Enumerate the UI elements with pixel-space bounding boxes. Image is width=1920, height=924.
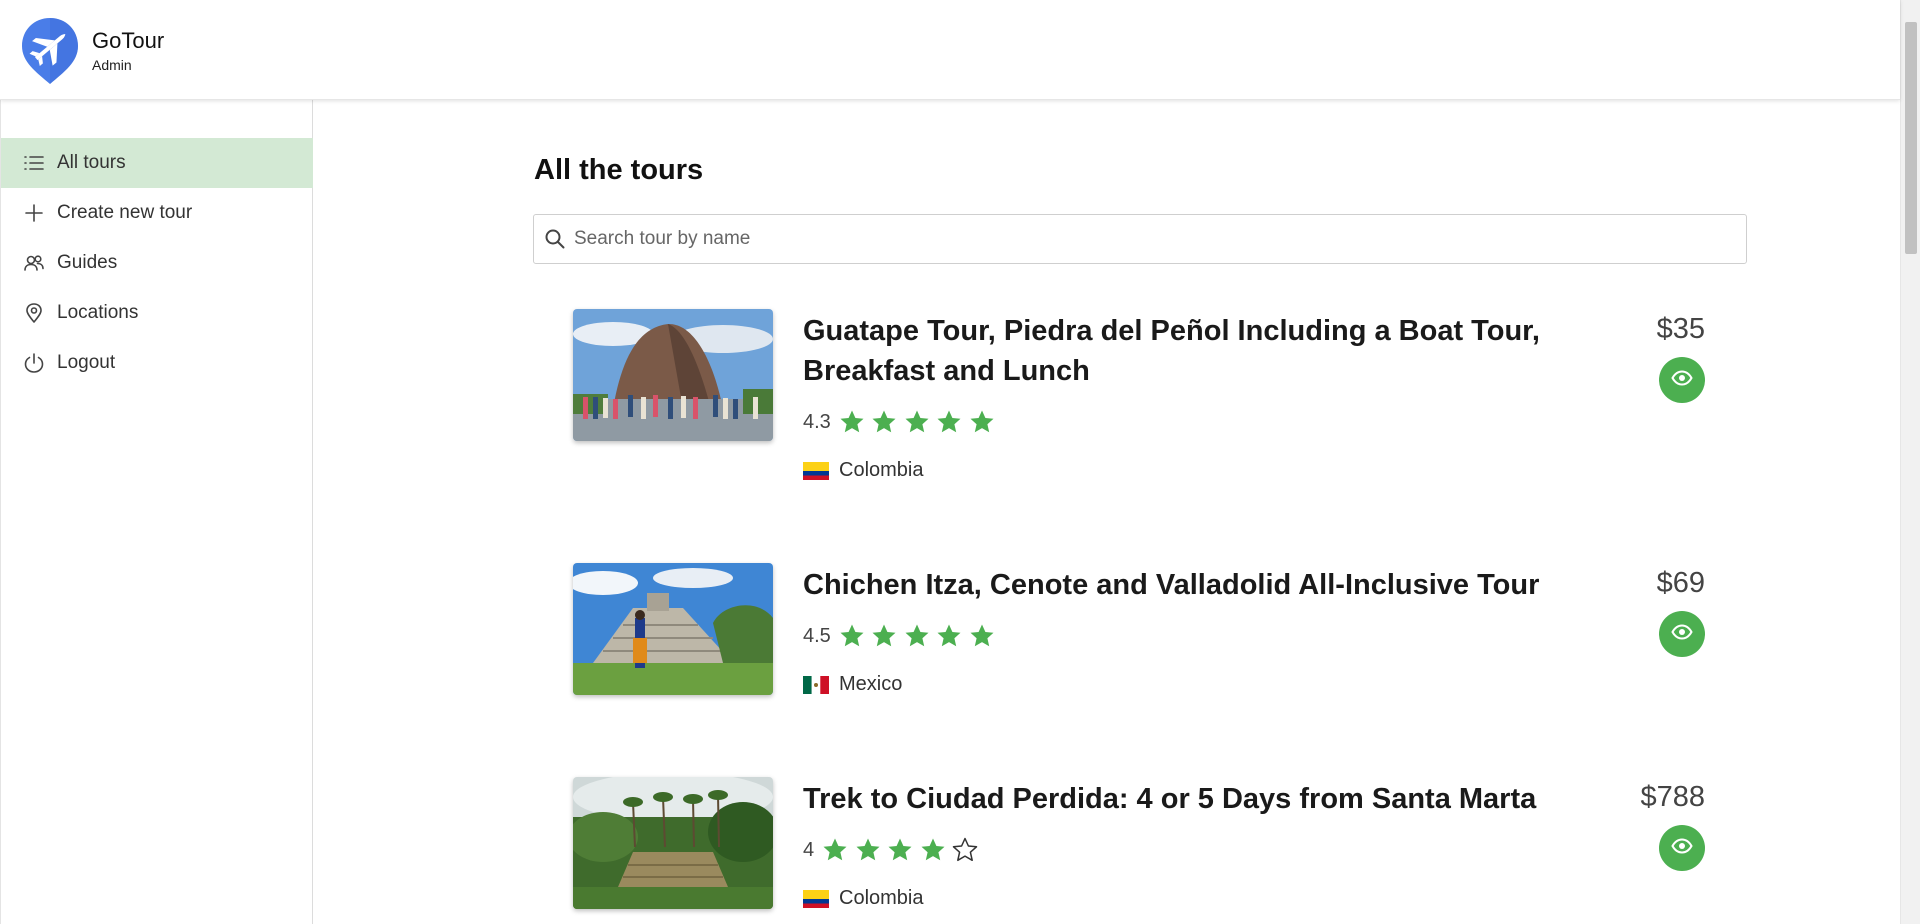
app-header: GoTour Admin xyxy=(0,0,1900,100)
star-filled-icon xyxy=(839,409,865,435)
star-filled-icon xyxy=(969,409,995,435)
tour-title[interactable]: Trek to Ciudad Perdida: 4 or 5 Days from… xyxy=(803,779,1593,819)
rating-value: 4.5 xyxy=(803,624,831,647)
search-input[interactable] xyxy=(574,215,1734,263)
star-filled-icon xyxy=(969,623,995,649)
rating-value: 4 xyxy=(803,838,815,861)
country-name: Colombia xyxy=(839,459,924,481)
country-name: Colombia xyxy=(839,887,924,909)
star-filled-icon xyxy=(936,623,962,649)
plus-icon xyxy=(23,202,45,224)
tour-card: Guatape Tour, Piedra del Peñol Including… xyxy=(573,309,1713,481)
search-icon xyxy=(544,228,566,250)
eye-icon xyxy=(1671,835,1693,862)
sidebar-item-label: Locations xyxy=(57,302,139,323)
tour-title[interactable]: Chichen Itza, Cenote and Valladolid All-… xyxy=(803,565,1593,605)
eye-icon xyxy=(1671,621,1693,648)
sidebar-item-locations[interactable]: Locations xyxy=(1,288,313,338)
sidebar-item-create-new-tour[interactable]: Create new tour xyxy=(1,188,313,238)
rating-row: 4 xyxy=(803,837,985,863)
tour-image[interactable] xyxy=(573,309,773,441)
power-icon xyxy=(23,352,45,374)
star-filled-icon xyxy=(871,409,897,435)
tour-image[interactable] xyxy=(573,777,773,909)
scrollbar-thumb[interactable] xyxy=(1905,22,1917,254)
sidebar-item-all-tours[interactable]: All tours xyxy=(1,138,313,188)
list-icon xyxy=(23,152,45,174)
star-filled-icon xyxy=(839,623,865,649)
users-icon xyxy=(23,252,45,274)
view-tour-button[interactable] xyxy=(1659,611,1705,657)
tour-card: Chichen Itza, Cenote and Valladolid All-… xyxy=(573,563,1713,703)
star-filled-icon xyxy=(855,837,881,863)
sidebar-nav: All tours Create new tour Guides Locatio… xyxy=(1,138,313,388)
tour-image[interactable] xyxy=(573,563,773,695)
sidebar-item-label: Create new tour xyxy=(57,202,193,223)
tour-price: $69 xyxy=(1656,567,1705,599)
user-role: Admin xyxy=(92,57,132,73)
view-tour-button[interactable] xyxy=(1659,357,1705,403)
tour-price: $35 xyxy=(1656,313,1705,345)
star-filled-icon xyxy=(871,623,897,649)
sidebar-item-logout[interactable]: Logout xyxy=(1,338,313,388)
star-filled-icon xyxy=(904,409,930,435)
colombia-flag-icon xyxy=(803,461,829,480)
rating-row: 4.5 xyxy=(803,623,1001,649)
colombia-flag-icon xyxy=(803,889,829,908)
rating-value: 4.3 xyxy=(803,410,831,433)
star-empty-icon xyxy=(952,837,978,863)
eye-icon xyxy=(1671,367,1693,394)
star-filled-icon xyxy=(936,409,962,435)
sidebar-item-label: Logout xyxy=(57,352,116,373)
map-pin-icon xyxy=(23,302,45,324)
rating-row: 4.3 xyxy=(803,409,1001,435)
star-filled-icon xyxy=(904,623,930,649)
view-tour-button[interactable] xyxy=(1659,825,1705,871)
app-name: GoTour xyxy=(92,28,165,53)
tour-price: $788 xyxy=(1640,781,1705,813)
sidebar: All tours Create new tour Guides Locatio… xyxy=(0,100,313,924)
sidebar-item-label: Guides xyxy=(57,252,118,273)
country-row: Mexico xyxy=(803,673,902,696)
tour-title[interactable]: Guatape Tour, Piedra del Peñol Including… xyxy=(803,311,1593,391)
tour-card: Trek to Ciudad Perdida: 4 or 5 Days from… xyxy=(573,777,1713,917)
country-row: Colombia xyxy=(803,887,923,910)
page-scrollbar[interactable] xyxy=(1900,0,1920,924)
page-title: All the tours xyxy=(534,154,704,186)
mexico-flag-icon xyxy=(803,675,829,694)
country-name: Mexico xyxy=(839,673,903,695)
search-bar xyxy=(533,214,1747,264)
star-filled-icon xyxy=(887,837,913,863)
star-filled-icon xyxy=(822,837,848,863)
main-content: All the tours Guatape Tour, Piedra de xyxy=(313,100,1900,924)
sidebar-item-label: All tours xyxy=(57,152,126,173)
star-filled-icon xyxy=(920,837,946,863)
country-row: Colombia xyxy=(803,459,923,482)
sidebar-item-guides[interactable]: Guides xyxy=(1,238,313,288)
gotour-logo-icon[interactable] xyxy=(20,16,80,86)
